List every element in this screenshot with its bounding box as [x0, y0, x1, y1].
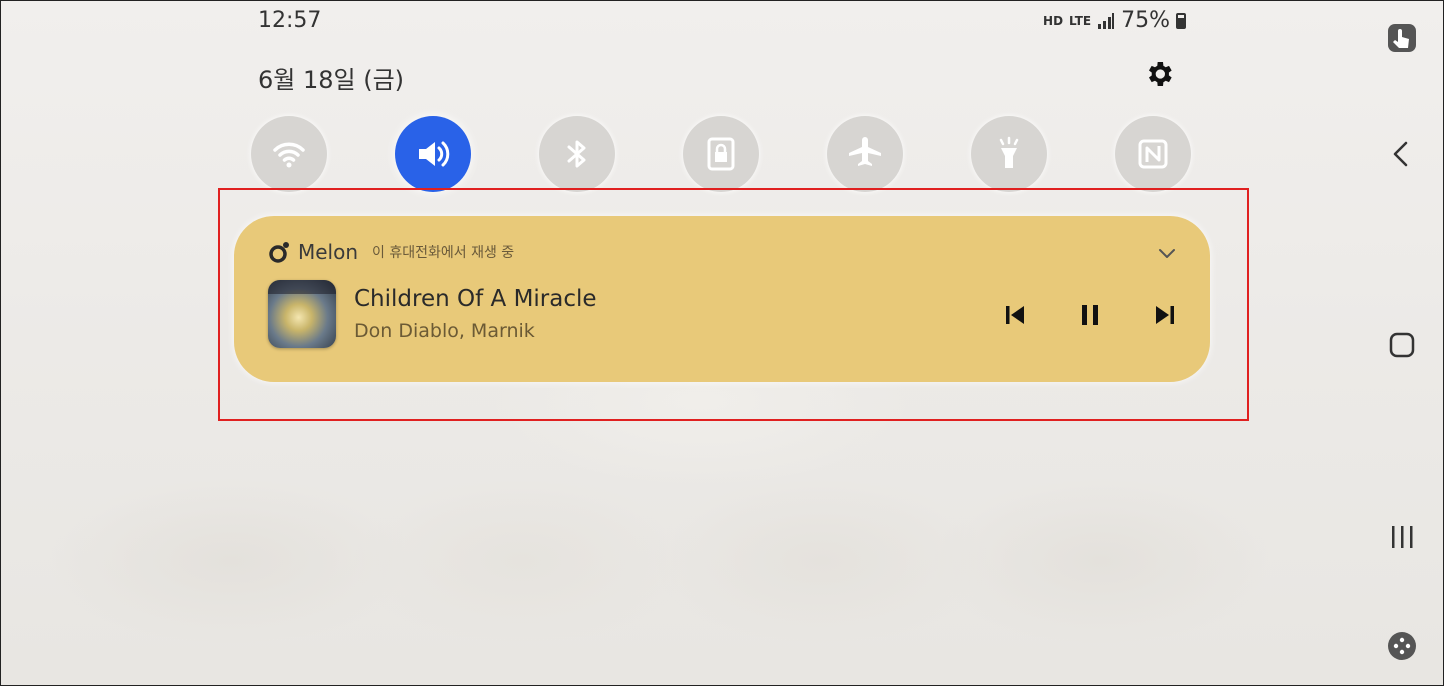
nfc-icon: [1138, 139, 1168, 169]
accessibility-touch-icon[interactable]: [1386, 22, 1418, 54]
flashlight-icon: [999, 136, 1019, 168]
sound-toggle[interactable]: [395, 116, 471, 192]
media-app-name: Melon: [298, 240, 359, 264]
bluetooth-toggle[interactable]: [539, 116, 615, 192]
song-artist: Don Diablo, Marnik: [354, 320, 535, 342]
screen-lock-toggle[interactable]: [683, 116, 759, 192]
date-label: 6월 18일 (금): [258, 66, 405, 94]
battery-icon: [1176, 12, 1186, 29]
skip-previous-icon: [1006, 306, 1024, 324]
next-track-button[interactable]: [1150, 300, 1180, 330]
settings-gear-icon[interactable]: [1143, 58, 1175, 90]
game-tools-icon[interactable]: [1386, 630, 1418, 662]
network-type-indicator: LTE: [1069, 13, 1092, 28]
airplane-icon: [849, 137, 881, 166]
hd-voice-indicator: HD: [1043, 13, 1064, 28]
skip-next-icon: [1156, 306, 1174, 324]
airplane-toggle[interactable]: [827, 116, 903, 192]
wifi-toggle[interactable]: [251, 116, 327, 192]
recent-apps-icon[interactable]: [1386, 521, 1418, 553]
pause-icon: [1082, 305, 1098, 325]
album-art[interactable]: [268, 280, 336, 348]
previous-track-button[interactable]: [1000, 300, 1030, 330]
signal-icon: [1098, 12, 1115, 29]
chevron-down-icon[interactable]: [1156, 242, 1178, 264]
flashlight-toggle[interactable]: [971, 116, 1047, 192]
playback-location: 이 휴대전화에서 재생 중: [372, 245, 515, 261]
status-time: 12:57: [258, 8, 322, 33]
pause-button[interactable]: [1075, 300, 1105, 330]
song-title: Children Of A Miracle: [354, 286, 597, 312]
back-chevron-icon[interactable]: [1386, 138, 1418, 170]
lock-icon: [707, 137, 735, 171]
battery-percent: 75%: [1121, 8, 1170, 33]
quick-settings-row: [251, 116, 1191, 192]
media-player-card[interactable]: Melon 이 휴대전화에서 재생 중 Children Of A Miracl…: [234, 216, 1210, 382]
wifi-icon: [273, 142, 305, 168]
nfc-toggle[interactable]: [1115, 116, 1191, 192]
home-button-icon[interactable]: [1386, 329, 1418, 361]
status-icons: HD LTE 75%: [1043, 8, 1186, 33]
media-app-header: Melon 이 휴대전화에서 재생 중: [268, 240, 514, 264]
melon-logo-icon: [269, 242, 289, 263]
bluetooth-icon: [567, 140, 586, 168]
speaker-icon: [419, 141, 450, 167]
